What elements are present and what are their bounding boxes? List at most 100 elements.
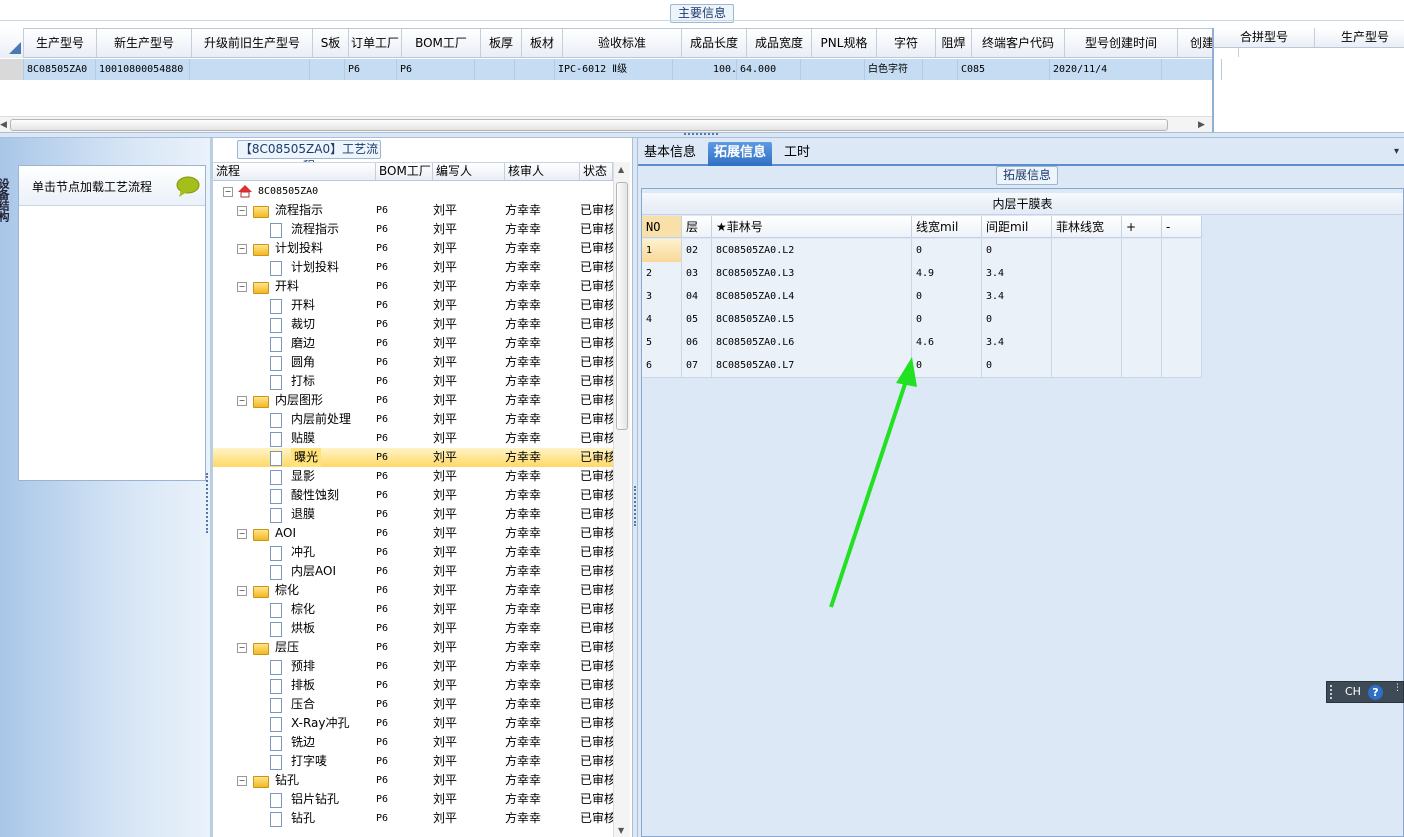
column-header[interactable]: 成品长度	[682, 29, 747, 57]
tree-node[interactable]: 打字唛 P6 刘平 方幸幸 已审核	[213, 752, 613, 771]
dry-film-column-header[interactable]: +	[1122, 216, 1162, 237]
dry-film-cell[interactable]: 3.4	[982, 331, 1052, 354]
tree-node[interactable]: 内层前处理 P6 刘平 方幸幸 已审核	[213, 410, 613, 429]
tree-node[interactable]: 显影 P6 刘平 方幸幸 已审核	[213, 467, 613, 486]
collapse-icon[interactable]: −	[237, 244, 247, 254]
tree-node[interactable]: 裁切 P6 刘平 方幸幸 已审核	[213, 315, 613, 334]
dry-film-cell[interactable]: 5	[642, 331, 682, 354]
device-structure-tab[interactable]: 设备结构	[0, 178, 10, 222]
column-header[interactable]: 终端客户代码	[972, 29, 1065, 57]
dry-film-cell[interactable]: 3.4	[982, 285, 1052, 308]
cell[interactable]: 64.000	[737, 59, 801, 80]
dry-film-cell[interactable]: 3	[642, 285, 682, 308]
column-header[interactable]: 字符	[877, 29, 936, 57]
scroll-down-icon[interactable]: ▼	[618, 826, 624, 835]
cell[interactable]	[923, 59, 958, 80]
dry-film-cell[interactable]	[1122, 285, 1162, 308]
tree-node[interactable]: 打标 P6 刘平 方幸幸 已审核	[213, 372, 613, 391]
collapse-icon[interactable]: −	[237, 776, 247, 786]
horizontal-scrollbar[interactable]: ◀ ▶	[0, 116, 1212, 132]
tree-column-header[interactable]: 流程	[213, 163, 376, 180]
cell[interactable]: P6	[345, 59, 397, 80]
tree-node[interactable]: 磨边 P6 刘平 方幸幸 已审核	[213, 334, 613, 353]
dry-film-row[interactable]: 2 03 8C08505ZA0.L3 4.9 3.4	[642, 262, 1202, 286]
column-header[interactable]: S板	[313, 29, 349, 57]
ime-grip[interactable]	[1330, 685, 1336, 699]
dry-film-cell[interactable]: 1	[642, 239, 682, 262]
column-header[interactable]: 生产型号	[24, 29, 97, 57]
dry-film-cell[interactable]: 2	[642, 262, 682, 285]
dry-film-cell[interactable]: 03	[682, 262, 712, 285]
help-icon[interactable]: ?	[1368, 685, 1383, 700]
dry-film-row[interactable]: 1 02 8C08505ZA0.L2 0 0	[642, 239, 1202, 263]
dry-film-column-header[interactable]: ★菲林号	[712, 216, 912, 237]
collapse-icon[interactable]: −	[237, 586, 247, 596]
dry-film-cell[interactable]	[1052, 331, 1122, 354]
dry-film-cell[interactable]	[1122, 308, 1162, 331]
dry-film-row[interactable]: 3 04 8C08505ZA0.L4 0 3.4	[642, 285, 1202, 309]
tab-basic-info[interactable]: 基本信息	[638, 142, 702, 166]
dry-film-cell[interactable]: 8C08505ZA0.L3	[712, 262, 912, 285]
cell[interactable]: IPC-6012 Ⅱ级	[555, 59, 673, 80]
cell[interactable]	[190, 59, 310, 80]
tree-node[interactable]: 压合 P6 刘平 方幸幸 已审核	[213, 695, 613, 714]
dry-film-cell[interactable]: 3.4	[982, 262, 1052, 285]
dry-film-cell[interactable]: 6	[642, 354, 682, 377]
merge-column-header[interactable]: 生产型号	[1315, 28, 1404, 47]
dry-film-cell[interactable]: 0	[912, 285, 982, 308]
tree-node[interactable]: 计划投料 P6 刘平 方幸幸 已审核	[213, 258, 613, 277]
dry-film-cell[interactable]: 07	[682, 354, 712, 377]
column-header[interactable]: PNL规格	[812, 29, 877, 57]
cell[interactable]	[801, 59, 865, 80]
process-tree[interactable]: −8C08505ZA0− 流程指示 P6 刘平 方幸幸 已审核 流程指示 P6 刘平 方幸幸 已审核…	[213, 182, 613, 837]
column-header[interactable]: 订单工厂	[349, 29, 402, 57]
dry-film-cell[interactable]	[1122, 239, 1162, 262]
main-info-data-row[interactable]: 8C08505ZA0 10010800054880 P6 P6 IPC-6012 Ⅱ级 1…	[0, 59, 1222, 80]
tab-work-hours[interactable]: 工时	[778, 142, 816, 166]
tree-node[interactable]: 预排 P6 刘平 方幸幸 已审核	[213, 657, 613, 676]
cell[interactable]: 白色字符	[865, 59, 923, 80]
row-selector[interactable]	[0, 59, 24, 80]
dry-film-cell[interactable]	[1122, 331, 1162, 354]
speech-bubble-icon[interactable]	[175, 176, 201, 198]
column-header[interactable]: 成品宽度	[747, 29, 812, 57]
cell[interactable]: 2020/11/4	[1050, 59, 1162, 80]
tree-column-header[interactable]: 编写人	[433, 163, 505, 180]
dry-film-row[interactable]: 4 05 8C08505ZA0.L5 0 0	[642, 308, 1202, 332]
dry-film-column-header[interactable]: 线宽mil	[912, 216, 982, 237]
dry-film-cell[interactable]	[1162, 308, 1202, 331]
cell[interactable]	[515, 59, 555, 80]
dry-film-cell[interactable]	[1162, 331, 1202, 354]
dry-film-cell[interactable]: 8C08505ZA0.L4	[712, 285, 912, 308]
dry-film-cell[interactable]	[1052, 262, 1122, 285]
column-header[interactable]: 验收标准	[563, 29, 682, 57]
dry-film-cell[interactable]: 02	[682, 239, 712, 262]
tree-node[interactable]: 铝片钻孔 P6 刘平 方幸幸 已审核	[213, 790, 613, 809]
dry-film-cell[interactable]: 0	[982, 308, 1052, 331]
dry-film-cell[interactable]: 0	[912, 308, 982, 331]
scroll-thumb[interactable]	[10, 119, 1168, 131]
collapse-icon[interactable]: −	[237, 396, 247, 406]
dry-film-column-header[interactable]: NO	[642, 216, 682, 237]
dry-film-column-header[interactable]: 层	[682, 216, 712, 237]
cell[interactable]: 10010800054880	[96, 59, 190, 80]
column-header[interactable]: 板材	[522, 29, 563, 57]
scroll-up-icon[interactable]: ▲	[618, 165, 624, 174]
column-header[interactable]: 新生产型号	[97, 29, 192, 57]
tree-column-header[interactable]: BOM工厂	[376, 163, 433, 180]
collapse-icon[interactable]: −	[237, 643, 247, 653]
dry-film-cell[interactable]: 06	[682, 331, 712, 354]
tree-vertical-scrollbar[interactable]: ▲ ▼	[613, 162, 630, 837]
dry-film-cell[interactable]: 0	[982, 354, 1052, 377]
dry-film-cell[interactable]: 4	[642, 308, 682, 331]
dry-film-cell[interactable]	[1162, 239, 1202, 262]
collapse-icon[interactable]: −	[237, 529, 247, 539]
dry-film-cell[interactable]	[1052, 285, 1122, 308]
tree-node[interactable]: X-Ray冲孔 P6 刘平 方幸幸 已审核	[213, 714, 613, 733]
dry-film-cell[interactable]	[1052, 354, 1122, 377]
tree-column-header[interactable]: 核审人	[505, 163, 580, 180]
tree-node[interactable]: 开料 P6 刘平 方幸幸 已审核	[213, 296, 613, 315]
scroll-right-icon[interactable]: ▶	[1198, 120, 1205, 130]
tree-node[interactable]: 烘板 P6 刘平 方幸幸 已审核	[213, 619, 613, 638]
collapse-icon[interactable]: −	[237, 282, 247, 292]
